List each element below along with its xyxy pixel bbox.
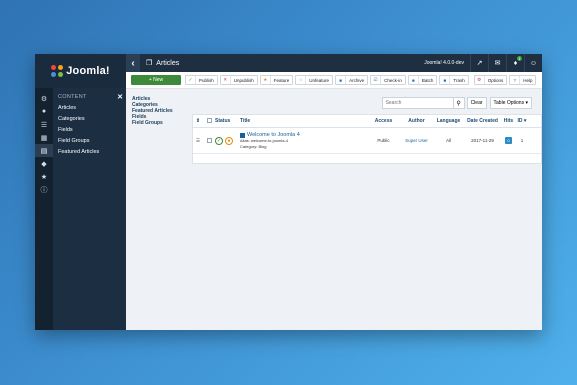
version-label: Joomla! 4.0.0-dev xyxy=(424,60,464,66)
hits-badge: 0 xyxy=(505,137,512,144)
table-options-button[interactable]: Table Options ▾ xyxy=(489,97,532,109)
notification-badge: 1 xyxy=(516,56,522,61)
row-checkbox[interactable] xyxy=(206,138,212,144)
unpublish-button[interactable]: ✕ Unpublish xyxy=(219,75,258,85)
col-author[interactable]: Author xyxy=(400,118,433,124)
gear-icon: ⚙ xyxy=(475,76,485,84)
feature-button[interactable]: ★ Feature xyxy=(259,75,294,85)
star-outline-icon: ☆ xyxy=(296,76,307,84)
help-button[interactable]: ? Help xyxy=(509,75,537,85)
checkin-button[interactable]: ☑ Check-in xyxy=(370,75,406,85)
cell-author-link[interactable]: Super User xyxy=(400,138,433,143)
dashboard-icon[interactable]: ⚙ xyxy=(35,92,53,105)
help-icon[interactable]: ⓘ xyxy=(35,183,53,196)
col-access[interactable]: Access xyxy=(367,118,400,124)
user-icon[interactable]: ☺ xyxy=(524,54,542,72)
options-button[interactable]: ⚙ Options xyxy=(473,75,508,85)
star-icon: ★ xyxy=(261,76,271,84)
col-status[interactable]: Status xyxy=(215,118,240,124)
header-bar: ‹ ❐ Articles Joomla! 4.0.0-dev ↗ ✉ ♦ 1 ☺ xyxy=(126,54,542,72)
cell-language: All xyxy=(445,138,451,143)
archive-button[interactable]: ■ Archive xyxy=(335,75,369,85)
page-title: Articles xyxy=(156,59,180,67)
col-language[interactable]: Language xyxy=(433,118,464,124)
clear-button[interactable]: Clear xyxy=(466,97,487,109)
sort-icon[interactable]: ⇕ xyxy=(193,118,203,124)
edit-icon xyxy=(240,132,245,138)
articles-title-icon: ❐ xyxy=(146,60,153,67)
sidebar-item-field-groups[interactable]: Field Groups xyxy=(53,136,126,147)
components-icon[interactable]: ◆ xyxy=(35,157,53,170)
trash-icon: ■ xyxy=(440,76,451,84)
logo-text: Joomla! xyxy=(66,65,110,77)
unfeature-button[interactable]: ☆ Unfeature xyxy=(295,75,334,85)
cell-access: Public xyxy=(377,138,390,143)
question-icon: ? xyxy=(510,76,521,84)
table-header: ⇕ Status Title Access Author Language Da… xyxy=(193,115,541,128)
submenu-title: CONTENT xyxy=(58,94,87,100)
icon-rail: ⚙ ● ☰ ▦ ▤ ◆ ★ ⓘ xyxy=(35,88,53,330)
col-id[interactable]: ID ▾ xyxy=(516,118,528,124)
publish-button[interactable]: ✓ Publish xyxy=(185,75,218,85)
col-hits[interactable]: Hits xyxy=(501,118,516,124)
cell-date-created: 2017-11-29 xyxy=(471,138,494,143)
admin-window: Joomla! ⚙ ● ☰ ▦ ▤ ◆ ★ ⓘ CONTENT ✕ Articl… xyxy=(35,54,542,330)
checkin-icon: ☑ xyxy=(371,76,382,84)
folder-icon: ■ xyxy=(336,76,347,84)
back-icon[interactable]: ‹ xyxy=(126,54,140,72)
action-toolbar: + New ✓ Publish ✕ Unpublish ★ Feature ☆ Unfe… xyxy=(126,72,542,89)
main-content: Articles Categories Featured Articles Fi… xyxy=(126,89,542,330)
articles-table: ⇕ Status Title Access Author Language Da… xyxy=(192,114,542,164)
sidebar-item-featured-articles[interactable]: Featured Articles xyxy=(53,147,126,158)
published-icon[interactable]: ✓ xyxy=(215,136,223,145)
col-title[interactable]: Title xyxy=(240,118,367,124)
table-row: ☰ ✓ ● Welcome to Joomla 4 Alias: welcome… xyxy=(193,128,541,154)
bell-icon[interactable]: ♦ 1 xyxy=(506,54,524,72)
articles-icon[interactable]: ▤ xyxy=(35,144,53,157)
drag-handle-icon[interactable]: ☰ xyxy=(193,138,203,144)
featured-icon[interactable]: ● xyxy=(225,136,233,145)
article-category: Category: Blog xyxy=(240,143,267,149)
select-all-checkbox[interactable] xyxy=(206,118,212,124)
close-icon[interactable]: ✕ xyxy=(117,93,123,101)
search-input[interactable] xyxy=(381,97,454,109)
check-icon: ✓ xyxy=(186,76,196,84)
link-field-groups[interactable]: Field Groups xyxy=(132,120,173,126)
external-link-icon[interactable]: ↗ xyxy=(470,54,488,72)
joomla-logo-icon xyxy=(51,65,64,77)
mail-icon[interactable]: ✉ xyxy=(488,54,506,72)
content-links: Articles Categories Featured Articles Fi… xyxy=(132,96,173,126)
logo[interactable]: Joomla! xyxy=(35,54,126,88)
sidebar-item-categories[interactable]: Categories xyxy=(53,114,126,125)
content-icon[interactable]: ▦ xyxy=(35,131,53,144)
extensions-icon[interactable]: ★ xyxy=(35,170,53,183)
sidebar-item-fields[interactable]: Fields xyxy=(53,125,126,136)
batch-icon: ■ xyxy=(409,76,419,84)
content-submenu: CONTENT ✕ Articles Categories Fields Fie… xyxy=(53,88,126,330)
cell-id: 1 xyxy=(520,138,524,143)
search-icon[interactable]: ⚲ xyxy=(453,97,465,109)
times-icon: ✕ xyxy=(221,76,231,84)
new-button[interactable]: + New xyxy=(131,75,181,85)
sidebar-item-articles[interactable]: Articles xyxy=(53,103,126,114)
menus-icon[interactable]: ☰ xyxy=(35,118,53,131)
col-date-created[interactable]: Date Created xyxy=(464,118,501,124)
search-row: ⚲ Clear Table Options ▾ xyxy=(381,97,532,109)
trash-button[interactable]: ■ Trash xyxy=(439,75,469,85)
users-icon[interactable]: ● xyxy=(35,105,53,118)
batch-button[interactable]: ■ Batch xyxy=(407,75,438,85)
